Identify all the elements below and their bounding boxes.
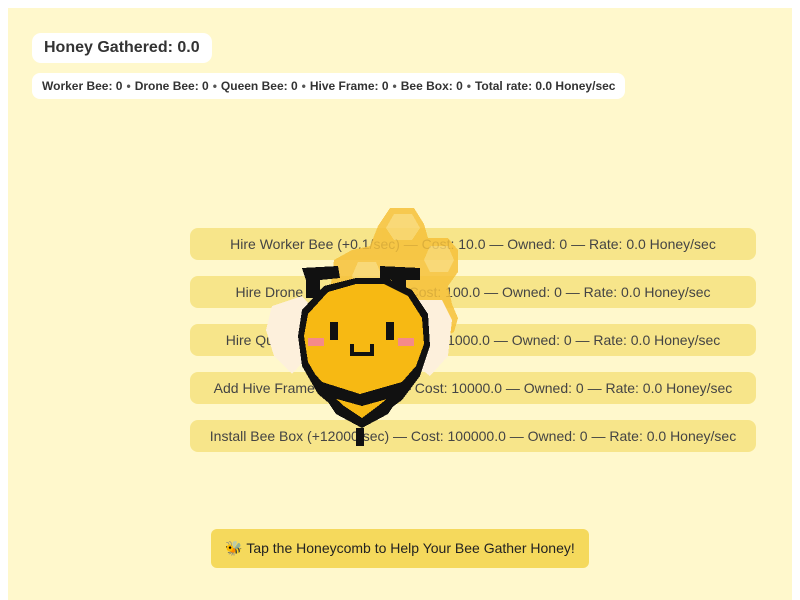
drone-bee-count: Drone Bee: 0 — [134, 79, 209, 93]
bee-honeycomb-sprite[interactable] — [262, 206, 458, 448]
stats-bar: Worker Bee: 0 • Drone Bee: 0 • Queen Bee: 0 •… — [32, 73, 626, 99]
separator: • — [392, 79, 397, 93]
tap-honeycomb-button[interactable]: 🐝 Tap the Honeycomb to Help Your Bee Gat… — [211, 529, 589, 568]
bee-box-count: Bee Box: 0 — [400, 79, 463, 93]
worker-bee-count: Worker Bee: 0 — [42, 79, 123, 93]
separator: • — [212, 79, 217, 93]
separator: • — [301, 79, 306, 93]
bee-icon — [266, 208, 458, 446]
queen-bee-count: Queen Bee: 0 — [220, 79, 298, 93]
honey-counter: Honey Gathered: 0.0 — [32, 33, 212, 63]
total-rate: Total rate: 0.0 Honey/sec — [474, 79, 616, 93]
separator: • — [466, 79, 471, 93]
hive-frame-count: Hive Frame: 0 — [309, 79, 389, 93]
separator: • — [126, 79, 131, 93]
